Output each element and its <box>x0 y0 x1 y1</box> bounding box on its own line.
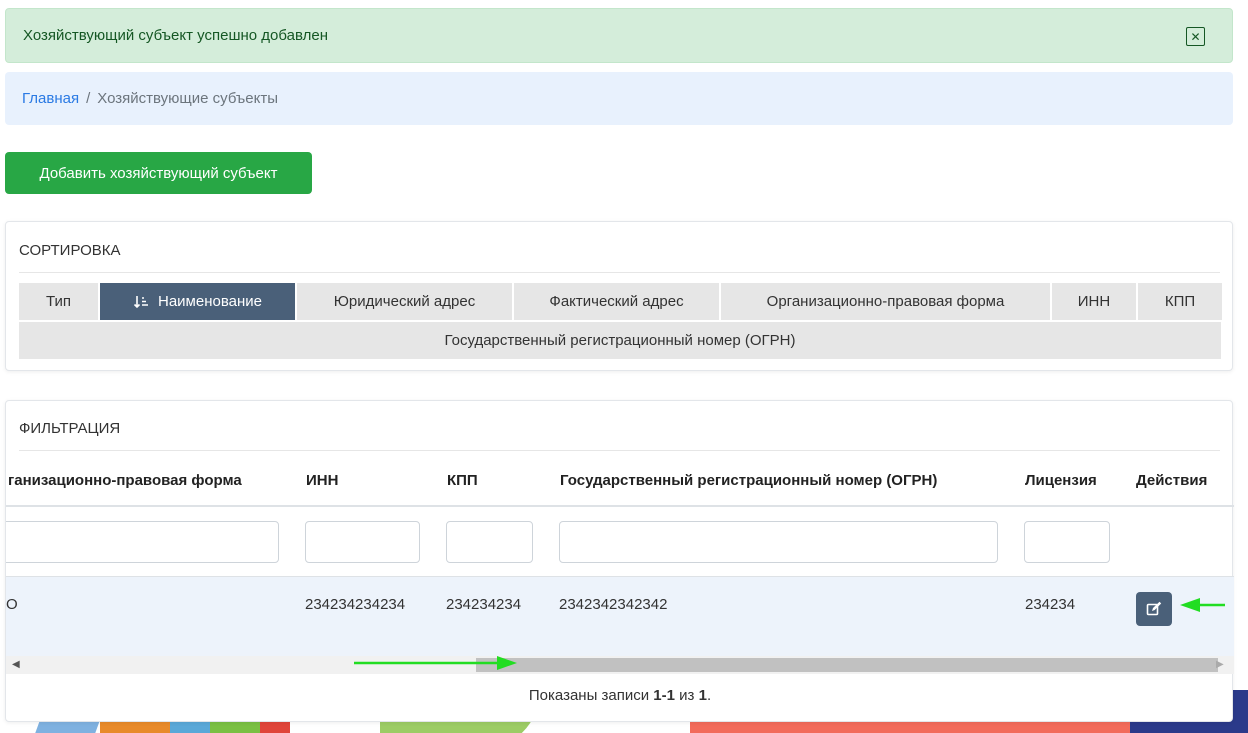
sort-options: Тип Наименование Юридический адрес Факти… <box>19 283 1222 320</box>
annotation-arrow-right-icon <box>354 656 517 670</box>
scroll-left-arrow-icon[interactable]: ◀ <box>12 659 20 670</box>
header-divider <box>6 505 1234 507</box>
annotation-arrow-left-icon <box>1180 598 1225 612</box>
filter-input-license[interactable] <box>1024 521 1110 563</box>
sort-option-label: Государственный регистрационный номер (О… <box>444 332 796 349</box>
summary-prefix: Показаны записи <box>528 687 650 704</box>
add-entity-button[interactable]: Добавить хозяйствующий субъект <box>5 152 312 194</box>
close-icon[interactable]: ✕ <box>1186 27 1205 46</box>
filter-input-kpp[interactable] <box>446 521 533 563</box>
table-row <box>6 576 1234 656</box>
sort-option-label: Фактический адрес <box>549 293 684 310</box>
sort-option-legal-form[interactable]: Организационно-правовая форма <box>721 283 1052 320</box>
sort-option-label: Тип <box>45 293 71 310</box>
cell-ogrn: 2342342342342 <box>559 596 668 613</box>
horizontal-scrollbar[interactable]: ◀ ▶ <box>6 656 1234 674</box>
sort-option-type[interactable]: Тип <box>19 283 100 320</box>
sort-asc-icon <box>133 295 148 308</box>
breadcrumb-separator: / <box>86 90 91 107</box>
sort-option-kpp[interactable]: КПП <box>1138 283 1222 320</box>
sort-option-label: Наименование <box>158 293 262 310</box>
sort-option-legal-address[interactable]: Юридический адрес <box>297 283 514 320</box>
alert-message: Хозяйствующий субъект успешно добавлен <box>23 27 328 44</box>
breadcrumb-current: Хозяйствующие субъекты <box>97 90 279 107</box>
summary-of: из <box>679 687 695 704</box>
sort-option-label: КПП <box>1164 293 1196 310</box>
filter-input-legal-form[interactable] <box>6 521 279 563</box>
scroll-right-arrow-icon[interactable]: ▶ <box>1216 659 1224 670</box>
sort-option-label: ИНН <box>1077 293 1111 310</box>
breadcrumb: Главная / Хозяйствующие субъекты <box>5 72 1233 125</box>
sort-option-inn[interactable]: ИНН <box>1052 283 1138 320</box>
edit-button[interactable] <box>1136 592 1172 626</box>
sort-option-ogrn[interactable]: Государственный регистрационный номер (О… <box>19 322 1221 359</box>
summary-total: 1 <box>698 687 707 704</box>
summary-suffix: . <box>706 687 712 704</box>
results-table: ганизационно-правовая форма ИНН КПП Госу… <box>6 451 1234 656</box>
sort-option-label: Юридический адрес <box>333 293 476 310</box>
cell-license: 234234 <box>1025 596 1076 613</box>
column-header-kpp[interactable]: КПП <box>447 472 478 489</box>
edit-icon <box>1146 601 1162 616</box>
scrollbar-thumb[interactable] <box>476 658 1218 672</box>
sort-option-label: Организационно-правовая форма <box>766 293 1005 310</box>
filter-input-ogrn[interactable] <box>559 521 998 563</box>
column-header-inn[interactable]: ИНН <box>306 472 338 489</box>
breadcrumb-home-link[interactable]: Главная <box>22 90 79 107</box>
cell-inn: 234234234234 <box>305 596 406 613</box>
column-header-legal-form[interactable]: ганизационно-правовая форма <box>8 472 242 489</box>
success-alert: Хозяйствующий субъект успешно добавлен ✕ <box>5 8 1233 63</box>
column-header-license[interactable]: Лицензия <box>1025 472 1097 489</box>
column-header-ogrn[interactable]: Государственный регистрационный номер (О… <box>560 472 937 489</box>
cell-legal-form: О <box>6 596 18 613</box>
filter-input-inn[interactable] <box>305 521 420 563</box>
filter-panel: ФИЛЬТРАЦИЯ ганизационно-правовая форма И… <box>5 400 1234 722</box>
sort-option-actual-address[interactable]: Фактический адрес <box>514 283 721 320</box>
sort-panel-title: СОРТИРОВКА <box>19 242 121 259</box>
filter-panel-title: ФИЛЬТРАЦИЯ <box>19 420 121 437</box>
column-header-actions: Действия <box>1136 472 1208 489</box>
cell-kpp: 234234234 <box>446 596 522 613</box>
divider <box>19 272 1220 273</box>
sort-option-name[interactable]: Наименование <box>100 283 297 320</box>
summary-range: 1-1 <box>653 687 675 704</box>
sort-panel: СОРТИРОВКА Тип Наименование Юридический … <box>5 221 1233 371</box>
records-summary: Показаны записи 1-1 из 1. <box>6 687 1234 704</box>
